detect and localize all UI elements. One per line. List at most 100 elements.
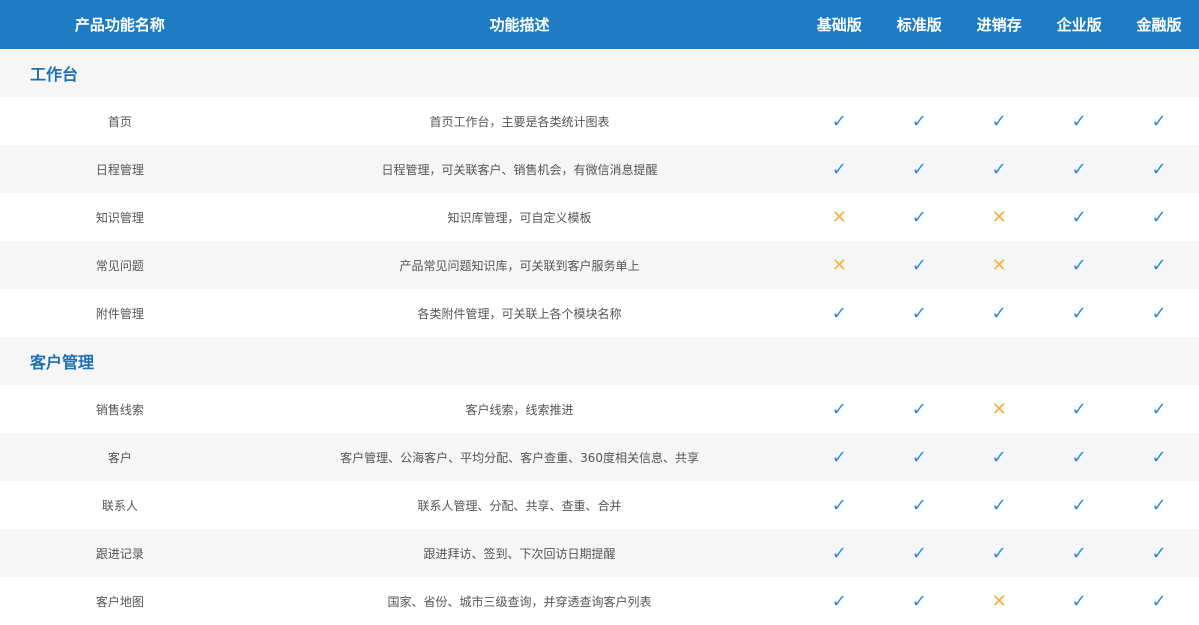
check-icon: ✓ [1071,302,1087,324]
check-icon: ✓ [831,398,847,420]
table-row: 附件管理 各类附件管理，可关联上各个模块名称 ✓ ✓ ✓ ✓ ✓ [0,289,1199,337]
version-cell: ✓ [799,544,879,563]
check-icon: ✓ [1151,206,1167,228]
version-cell: ✓ [959,160,1039,179]
check-icon: ✓ [1151,494,1167,516]
check-icon: ✓ [911,398,927,420]
check-icon: ✓ [911,446,927,468]
header-version-inventory: 进销存 [976,16,1022,34]
check-icon: ✓ [1151,254,1167,276]
version-cell: ✓ [1039,400,1119,419]
version-cell: ✓ [1039,496,1119,515]
check-icon: ✓ [1071,254,1087,276]
version-cell: ✓ [1039,592,1119,611]
version-cell: ✓ [1039,112,1119,131]
check-icon: ✓ [911,110,927,132]
check-icon: ✓ [1151,110,1167,132]
feature-name: 客户地图 [95,594,144,609]
version-cell: ✕ [799,256,879,275]
feature-name: 客户 [107,450,132,465]
header-version-standard: 标准版 [896,16,942,34]
table-row: 日程管理 日程管理，可关联客户、销售机会，有微信消息提醒 ✓ ✓ ✓ ✓ ✓ [0,145,1199,193]
table-header: 产品功能名称 功能描述 基础版 标准版 进销存 企业版 金融版 [0,0,1199,49]
version-cell: ✓ [879,256,959,275]
cross-icon: ✕ [831,254,847,276]
feature-name: 常见问题 [95,258,144,273]
version-cell: ✓ [879,544,959,563]
version-cell: ✓ [879,160,959,179]
check-icon: ✓ [831,110,847,132]
version-cell: ✓ [1119,304,1199,323]
feature-description: 客户线索，线索推进 [465,402,574,417]
table-row: 客户 客户管理、公海客户、平均分配、客户查重、360度相关信息、共享 ✓ ✓ ✓ ✓ ✓ [0,433,1199,481]
cross-icon: ✕ [831,206,847,228]
feature-description: 跟进拜访、签到、下次回访日期提醒 [423,546,616,561]
check-icon: ✓ [831,446,847,468]
check-icon: ✓ [991,158,1007,180]
version-cell: ✓ [959,496,1039,515]
table-row: 联系人 联系人管理、分配、共享、查重、合并 ✓ ✓ ✓ ✓ ✓ [0,481,1199,529]
version-cell: ✓ [959,304,1039,323]
version-cell: ✓ [1039,304,1119,323]
check-icon: ✓ [1071,398,1087,420]
feature-comparison-table: 产品功能名称 功能描述 基础版 标准版 进销存 企业版 金融版 工作台首页 首页工… [0,0,1199,625]
feature-name: 附件管理 [95,306,144,321]
version-cell: ✓ [1119,400,1199,419]
check-icon: ✓ [991,302,1007,324]
table-body: 工作台 首页 首页工作台，主要是各类统计图表 ✓ ✓ ✓ ✓ ✓ 日程管理 日程管理，可关联客户、… [0,49,1199,625]
version-cell: ✓ [959,112,1039,131]
cross-icon: ✕ [991,590,1007,612]
check-icon: ✓ [911,542,927,564]
cross-icon: ✕ [991,398,1007,420]
version-cell: ✕ [959,592,1039,611]
section-title: 工作台 [0,49,1199,97]
check-icon: ✓ [1151,158,1167,180]
check-icon: ✓ [831,302,847,324]
table-row: 常见问题 产品常见问题知识库，可关联到客户服务单上 ✕ ✓ ✕ ✓ ✓ [0,241,1199,289]
version-cell: ✓ [799,592,879,611]
cross-icon: ✕ [991,206,1007,228]
check-icon: ✓ [1151,398,1167,420]
check-icon: ✓ [911,590,927,612]
version-cell: ✓ [799,448,879,467]
check-icon: ✓ [1071,542,1087,564]
feature-description: 产品常见问题知识库，可关联到客户服务单上 [399,258,640,273]
check-icon: ✓ [831,590,847,612]
check-icon: ✓ [911,254,927,276]
check-icon: ✓ [1151,302,1167,324]
table-row: 销售线索 客户线索，线索推进 ✓ ✓ ✕ ✓ ✓ [0,385,1199,433]
check-icon: ✓ [1071,206,1087,228]
check-icon: ✓ [1071,158,1087,180]
header-feature-desc: 功能描述 [489,16,550,34]
table-row: 知识管理 知识库管理，可自定义模板 ✕ ✓ ✕ ✓ ✓ [0,193,1199,241]
feature-description: 联系人管理、分配、共享、查重、合并 [417,498,622,513]
version-cell: ✓ [1119,256,1199,275]
version-cell: ✓ [1119,592,1199,611]
check-icon: ✓ [911,302,927,324]
feature-description: 国家、省份、城市三级查询，并穿透查询客户列表 [387,594,652,609]
version-cell: ✓ [799,160,879,179]
feature-description: 日程管理，可关联客户、销售机会，有微信消息提醒 [381,162,658,177]
header-feature-name: 产品功能名称 [74,16,165,34]
feature-name: 销售线索 [95,402,144,417]
version-cell: ✕ [959,256,1039,275]
version-cell: ✓ [879,112,959,131]
check-icon: ✓ [911,494,927,516]
table-row: 首页 首页工作台，主要是各类统计图表 ✓ ✓ ✓ ✓ ✓ [0,97,1199,145]
feature-description: 知识库管理，可自定义模板 [447,210,592,225]
check-icon: ✓ [831,158,847,180]
check-icon: ✓ [1151,446,1167,468]
feature-name: 跟进记录 [95,546,144,561]
version-cell: ✓ [879,496,959,515]
check-icon: ✓ [1071,590,1087,612]
feature-name: 首页 [107,114,132,129]
check-icon: ✓ [991,494,1007,516]
check-icon: ✓ [1071,110,1087,132]
version-cell: ✓ [879,400,959,419]
cross-icon: ✕ [991,254,1007,276]
feature-name: 知识管理 [95,210,144,225]
feature-description: 首页工作台，主要是各类统计图表 [429,114,610,129]
check-icon: ✓ [911,158,927,180]
feature-description: 各类附件管理，可关联上各个模块名称 [417,306,622,321]
version-cell: ✓ [799,496,879,515]
